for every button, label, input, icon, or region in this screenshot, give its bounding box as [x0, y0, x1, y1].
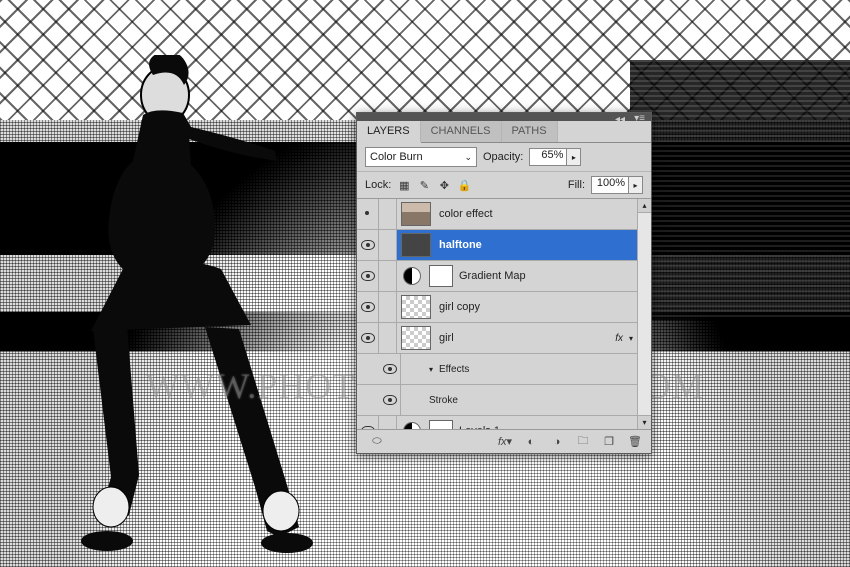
collapse-icon[interactable]: ◂◂: [615, 114, 625, 125]
new-layer-icon[interactable]: ❐: [601, 434, 617, 450]
layer-link-cell: [379, 416, 397, 429]
tab-channels[interactable]: CHANNELS: [421, 121, 502, 142]
layer-thumbnail[interactable]: [401, 326, 431, 350]
layer-mask-thumbnail[interactable]: [429, 265, 453, 287]
fill-flyout-icon[interactable]: ▸: [629, 176, 643, 194]
visibility-toggle[interactable]: [357, 292, 379, 322]
layer-name[interactable]: girl: [437, 332, 615, 344]
girl-figure: [55, 55, 315, 555]
opacity-label: Opacity:: [483, 151, 523, 163]
layer-thumbnail[interactable]: [401, 202, 431, 226]
effects-collapse-icon[interactable]: ▾: [629, 334, 637, 343]
lock-fill-row: Lock: ▦ ✎ ✥ 🔒 Fill: 100% ▸: [357, 172, 651, 199]
layer-row-gradient-map[interactable]: Gradient Map: [357, 261, 651, 292]
panel-menu-icon[interactable]: ▾≡: [634, 113, 645, 124]
link-layers-icon[interactable]: ⬭: [369, 434, 385, 450]
layer-thumbnail[interactable]: [401, 295, 431, 319]
new-group-icon[interactable]: 🗀: [575, 434, 591, 450]
tab-paths[interactable]: PATHS: [502, 121, 558, 142]
visibility-toggle[interactable]: [357, 323, 379, 353]
layer-name[interactable]: girl copy: [437, 301, 637, 313]
opacity-flyout-icon[interactable]: ▸: [567, 148, 581, 166]
visibility-toggle[interactable]: [357, 230, 379, 260]
adjustment-icon[interactable]: [403, 422, 421, 429]
layer-row-girl[interactable]: girl fx ▾: [357, 323, 651, 354]
panel-header-strip: ◂◂ ▾≡: [357, 113, 651, 121]
layer-mask-thumbnail[interactable]: [429, 420, 453, 429]
scroll-down-icon[interactable]: ▾: [638, 415, 651, 429]
layer-name[interactable]: color effect: [437, 208, 637, 220]
opacity-input[interactable]: 65%: [529, 148, 567, 166]
layer-link-cell: [379, 261, 397, 291]
fx-badge[interactable]: fx: [615, 333, 629, 344]
visibility-toggle[interactable]: [357, 199, 379, 229]
tab-layers[interactable]: LAYERS: [357, 121, 421, 143]
layer-thumbnail[interactable]: [401, 233, 431, 257]
chevron-down-icon: ⌄: [464, 152, 472, 163]
lock-pixels-icon[interactable]: ✎: [417, 178, 431, 192]
fill-input[interactable]: 100%: [591, 176, 629, 194]
blend-mode-value: Color Burn: [370, 151, 423, 163]
lock-label: Lock:: [365, 179, 391, 191]
blend-mode-select[interactable]: Color Burn ⌄: [365, 147, 477, 167]
scroll-up-icon[interactable]: ▴: [638, 199, 651, 213]
layer-name[interactable]: halftone: [437, 239, 637, 251]
layer-mask-icon[interactable]: ◐: [523, 434, 539, 450]
layer-row-levels[interactable]: Levels 1: [357, 416, 651, 429]
blend-opacity-row: Color Burn ⌄ Opacity: 65% ▸: [357, 143, 651, 172]
effects-disclosure-icon[interactable]: ▾: [429, 365, 433, 374]
stroke-effect-row[interactable]: Stroke: [357, 385, 651, 416]
dark-pillars: [630, 60, 850, 320]
visibility-toggle[interactable]: [379, 385, 401, 415]
effects-label: Effects: [439, 364, 469, 375]
layer-name[interactable]: Levels 1: [457, 425, 637, 429]
layers-list: ▴ ▾ color effect halftone Gradient Map: [357, 199, 651, 429]
layer-row-color-effect[interactable]: color effect: [357, 199, 651, 230]
panel-tabs: LAYERS CHANNELS PATHS: [357, 121, 651, 143]
lock-all-icon[interactable]: 🔒: [457, 178, 471, 192]
visibility-toggle[interactable]: [379, 354, 401, 384]
delete-layer-icon[interactable]: 🗑: [627, 434, 643, 450]
layer-row-halftone[interactable]: halftone: [357, 230, 651, 261]
effects-row[interactable]: ▾ Effects: [357, 354, 651, 385]
adjustment-icon[interactable]: [403, 267, 421, 285]
lock-transparency-icon[interactable]: ▦: [397, 178, 411, 192]
lock-position-icon[interactable]: ✥: [437, 178, 451, 192]
adjustment-layer-icon[interactable]: ◑: [549, 434, 565, 450]
layer-link-cell: [379, 230, 397, 260]
panel-footer: ⬭ fx▾ ◐ ◑ 🗀 ❐ 🗑: [357, 429, 651, 453]
layer-style-icon[interactable]: fx▾: [497, 434, 513, 450]
fill-label: Fill:: [568, 179, 585, 191]
layer-link-cell: [379, 199, 397, 229]
visibility-toggle[interactable]: [357, 416, 379, 429]
layer-row-girl-copy[interactable]: girl copy: [357, 292, 651, 323]
layer-link-cell: [379, 323, 397, 353]
visibility-toggle[interactable]: [357, 261, 379, 291]
layer-name[interactable]: Gradient Map: [457, 270, 637, 282]
scrollbar[interactable]: ▴ ▾: [637, 199, 651, 429]
layer-link-cell: [379, 292, 397, 322]
layers-panel: ◂◂ ▾≡ LAYERS CHANNELS PATHS Color Burn ⌄…: [356, 112, 652, 454]
stroke-label: Stroke: [429, 395, 458, 406]
